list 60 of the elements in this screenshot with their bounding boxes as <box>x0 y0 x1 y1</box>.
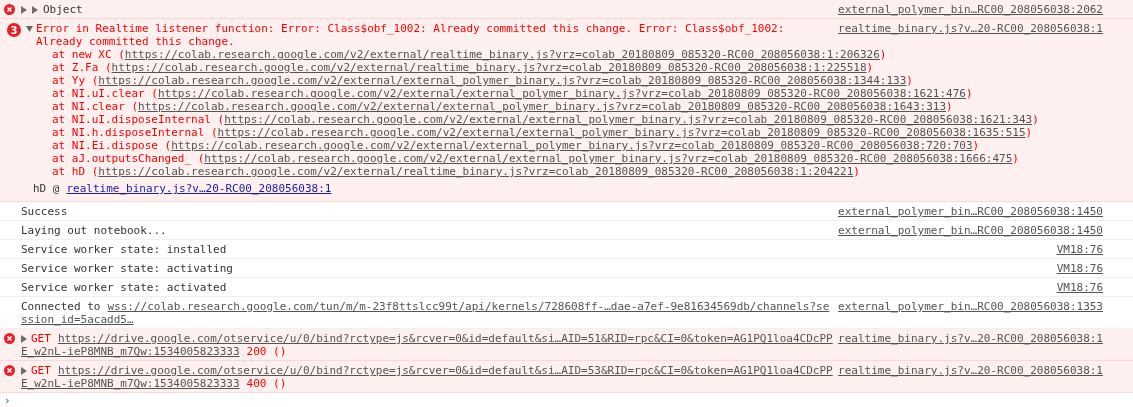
source-link[interactable]: realtime_binary.js?v…20-RC00_208056038:1 <box>838 332 1103 345</box>
stack-frame: at aJ.outputsChanged_ (https://colab.research.google.com/v2/external/external_polymer_binary.js?vrz=colab_20180809_085320-RC00_208056038:1666:475) <box>52 152 1019 165</box>
source-link[interactable]: realtime_binary.js?v…20-RC00_208056038:1 <box>838 364 1103 377</box>
expand-triangle-icon[interactable] <box>32 5 39 14</box>
log-message: Service worker state: activating <box>21 262 233 275</box>
stack-frame: at NI.Ei.dispose (https://colab.research.google.com/v2/external/external_polymer_binary.js?vrz=colab_20180809_085320-RC00_208056038:720:703) <box>52 139 980 152</box>
object-label[interactable]: Object <box>43 3 83 16</box>
repeat-count-badge: 3 <box>7 23 21 37</box>
stack-link[interactable]: https://colab.research.google.com/v2/external/external_polymer_binary.js?vrz=colab_20180809_085320-RC00_208056038:1621:343 <box>224 113 1033 126</box>
expand-triangle-icon[interactable] <box>21 5 28 14</box>
source-link[interactable]: external_polymer_bin…RC00_208056038:1450 <box>838 205 1103 218</box>
console-prompt[interactable]: › <box>4 394 11 407</box>
status-code: 200 () <box>246 345 287 358</box>
stack-frame: at hD (https://colab.research.google.com/v2/external/realtime_binary.js?vrz=colab_20180809_085320-RC00_208056038:1:204221) <box>52 165 860 178</box>
log-message: Connected to <box>21 300 101 313</box>
stack-frame: at NI.clear (https://colab.research.google.com/v2/external/external_polymer_binary.js?vrz=colab_20180809_085320-RC00_208056038:1643:313) <box>52 100 953 113</box>
request-method: GET <box>31 364 51 377</box>
stack-link[interactable]: https://colab.research.google.com/v2/external/external_polymer_binary.js?vrz=colab_20180809_085320-RC00_208056038:1635:515 <box>217 126 1026 139</box>
source-link[interactable]: VM18:76 <box>1056 281 1103 294</box>
websocket-link[interactable]: wss://colab.research.google.com/tun/m/m-23f8ttslcc99t/api/kernels/728608ff-…dae-a7ef-9e81634569db/channels?se <box>107 300 830 313</box>
stack-frame: at NI.h.disposeInternal (https://colab.research.google.com/v2/external/external_polymer_binary.js?vrz=colab_20180809_085320-RC00_208056038:1635:515) <box>52 126 1033 139</box>
log-message: Service worker state: installed <box>21 243 227 256</box>
source-link[interactable]: external_polymer_bin…RC00_208056038:1450 <box>838 224 1103 237</box>
collapse-triangle-icon[interactable] <box>26 25 33 33</box>
source-link[interactable]: VM18:76 <box>1056 262 1103 275</box>
error-icon <box>4 4 15 15</box>
source-link[interactable]: external_polymer_bin…RC00_208056038:1353 <box>838 300 1103 313</box>
log-message: Success <box>21 205 68 218</box>
error-icon <box>4 365 15 376</box>
stack-link[interactable]: https://colab.research.google.com/v2/external/external_polymer_binary.js?vrz=colab_20180809_085320-RC00_208056038:1643:313 <box>138 100 947 113</box>
stack-link[interactable]: https://colab.research.google.com/v2/external/external_polymer_binary.js?vrz=colab_20180809_085320-RC00_208056038:720:703 <box>171 139 973 152</box>
expand-triangle-icon[interactable] <box>21 367 28 375</box>
request-link[interactable]: E_w2nL-ieP8MNB_m7Qw:1534005823333 <box>21 345 240 358</box>
stack-link[interactable]: https://colab.research.google.com/v2/external/external_polymer_binary.js?vrz=colab_20180809_085320-RC00_208056038:1344:133 <box>98 74 907 87</box>
caller-link[interactable]: realtime_binary.js?v…20-RC00_208056038:1 <box>66 182 332 195</box>
stack-frame: at new XC (https://colab.research.google.com/v2/external/realtime_binary.js?vrz=colab_20180809_085320-RC00_208056038:1:206326) <box>52 48 887 61</box>
caller-label: hD @ <box>33 182 60 195</box>
source-link[interactable]: VM18:76 <box>1056 243 1103 256</box>
stack-link[interactable]: https://colab.research.google.com/v2/external/external_polymer_binary.js?vrz=colab_20180809_085320-RC00_208056038:1621:476 <box>157 87 966 100</box>
stack-frame: at NI.uI.disposeInternal (https://colab.research.google.com/v2/external/external_polymer_binary.js?vrz=colab_20180809_085320-RC00_208056038:1621:343) <box>52 113 1039 126</box>
request-link[interactable]: E_w2nL-ieP8MNB_m7Qw:1534005823333 <box>21 377 240 390</box>
stack-link[interactable]: https://colab.research.google.com/v2/external/realtime_binary.js?vrz=colab_20180809_085320-RC00_208056038:1:225518 <box>111 61 867 74</box>
request-link[interactable]: https://drive.google.com/otservice/u/0/bind?rctype=js&rcver=0&id=default&si…AID=53&RID=rpc&CI=0&token=AG1PQ1loa4CDcPP <box>57 364 833 377</box>
source-link[interactable]: realtime_binary.js?v…20-RC00_208056038:1 <box>838 22 1103 35</box>
log-message: Laying out notebook... <box>21 224 167 237</box>
expand-triangle-icon[interactable] <box>21 335 28 343</box>
status-code: 400 () <box>246 377 287 390</box>
request-link[interactable]: https://drive.google.com/otservice/u/0/bind?rctype=js&rcver=0&id=default&si…AID=51&RID=rpc&CI=0&token=AG1PQ1loa4CDcPP <box>57 332 833 345</box>
stack-link[interactable]: https://colab.research.google.com/v2/external/realtime_binary.js?vrz=colab_20180809_085320-RC00_208056038:1:206326 <box>124 48 880 61</box>
websocket-link[interactable]: ssion_id=5acadd5… <box>21 313 134 326</box>
request-method: GET <box>31 332 51 345</box>
error-message: Error in Realtime listener function: Error: Class$obf_1002: Already committed this change. Error: Class$obf_1002: Already committed this change. <box>36 22 786 48</box>
error-icon <box>4 333 15 344</box>
stack-link[interactable]: https://colab.research.google.com/v2/external/realtime_binary.js?vrz=colab_20180809_085320-RC00_208056038:1:204221 <box>98 165 854 178</box>
stack-frame: at NI.uI.clear (https://colab.research.google.com/v2/external/external_polymer_binary.js?vrz=colab_20180809_085320-RC00_208056038:1621:476) <box>52 87 973 100</box>
source-link[interactable]: external_polymer_bin…RC00_208056038:2062 <box>838 3 1103 16</box>
stack-frame: at Z.Fa (https://colab.research.google.com/v2/external/realtime_binary.js?vrz=colab_20180809_085320-RC00_208056038:1:225518) <box>52 61 874 74</box>
stack-frame: at Yy (https://colab.research.google.com/v2/external/external_polymer_binary.js?vrz=colab_20180809_085320-RC00_208056038:1344:133) <box>52 74 913 87</box>
log-message: Service worker state: activated <box>21 281 227 294</box>
stack-link[interactable]: https://colab.research.google.com/v2/external/external_polymer_binary.js?vrz=colab_20180809_085320-RC00_208056038:1666:475 <box>204 152 1013 165</box>
